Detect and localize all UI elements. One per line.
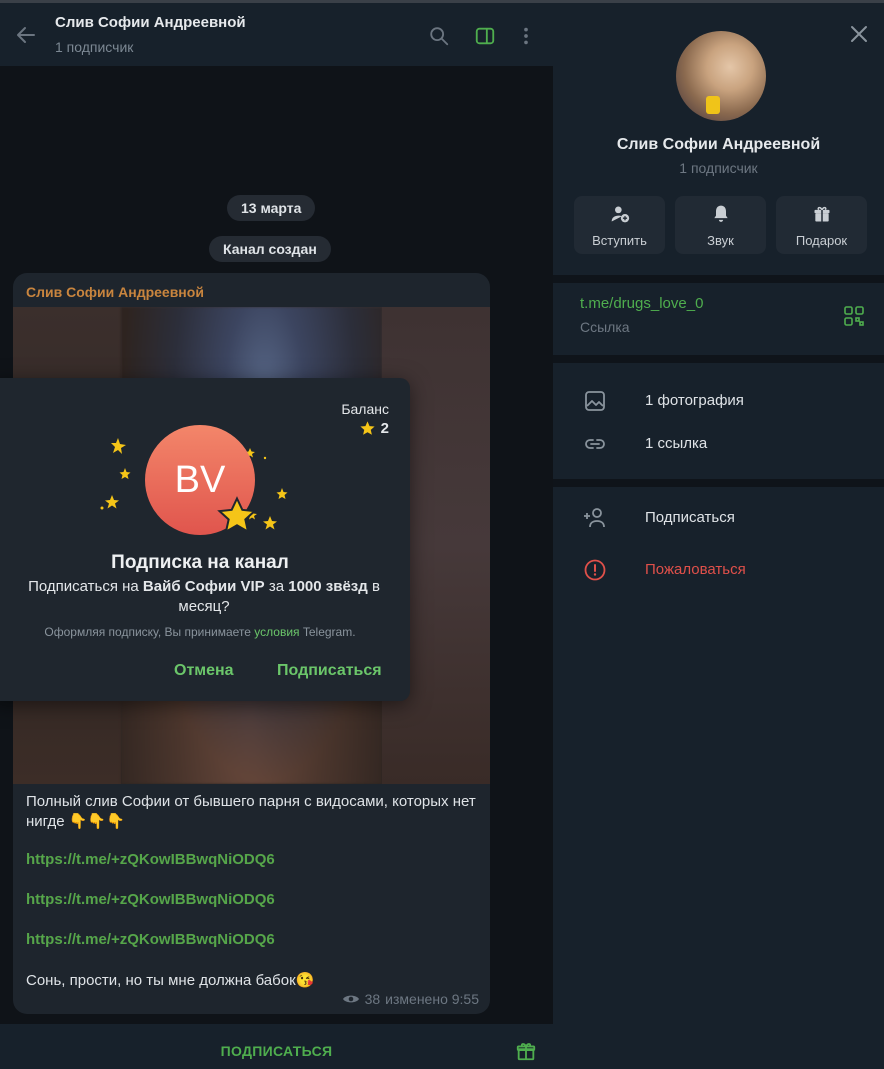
dialog-description: Подписаться на Вайб Софии VIP за 1000 зв… (15, 577, 393, 617)
shared-links-label: 1 ссылка (645, 435, 708, 452)
terms-suffix: Telegram. (299, 625, 356, 639)
shared-photos-row[interactable]: 1 фотография (553, 381, 884, 421)
desc-channel-name: Вайб Софии VIP (142, 578, 265, 595)
add-user-outline-icon (584, 508, 605, 528)
desc-mid: за (264, 578, 289, 595)
post-author: Слив Софии Андреевной (26, 284, 204, 300)
date-separator: 13 марта (227, 195, 316, 221)
channel-link-caption: Ссылка (580, 319, 630, 335)
balance-amount: 2 (380, 420, 389, 437)
chat-subscriber-count: 1 подписчик (55, 39, 134, 55)
dialog-terms: Оформляя подписку, Вы принимаете условия… (0, 625, 410, 639)
avatar-detail (706, 96, 720, 114)
search-icon[interactable] (428, 25, 450, 47)
channel-name: Слив Софии Андреевной (616, 136, 821, 153)
post-last-line: Сонь, прости, но ты мне должна бабок😘 (26, 972, 315, 989)
post-link[interactable]: https://t.me/+zQKowIBBwqNiODQ6 (26, 851, 275, 868)
chat-title[interactable]: Слив Софии Андреевной (55, 14, 246, 31)
balance-label: Баланс (341, 401, 389, 417)
terms-link[interactable]: условия (254, 625, 299, 639)
desc-prefix: Подписаться на (28, 578, 143, 595)
section-divider (553, 479, 884, 487)
join-button[interactable]: Вступить (574, 196, 665, 254)
shared-photos-label: 1 фотография (645, 392, 744, 409)
back-arrow-icon[interactable] (14, 23, 38, 47)
side-panel-toggle-icon[interactable] (474, 25, 496, 47)
desc-price: 1000 звёзд (288, 578, 368, 595)
balance-value: 2 (359, 420, 389, 437)
terms-prefix: Оформляя подписку, Вы принимаете (44, 625, 255, 639)
shared-links-row[interactable]: 1 ссылка (553, 424, 884, 464)
report-label: Пожаловаться (645, 561, 746, 578)
star-badge-icon (217, 496, 257, 534)
subscription-dialog: Баланс 2 BV Подписка на канал Подписатьс… (0, 378, 410, 701)
cancel-button[interactable]: Отмена (174, 662, 234, 680)
section-divider (553, 275, 884, 283)
channel-info-panel: Слив Софии Андреевной 1 подписчик Вступи… (553, 0, 884, 1069)
view-count: 38 (364, 991, 381, 1007)
close-icon[interactable] (850, 25, 868, 43)
subscribe-channel-button[interactable]: ПОДПИСАТЬСЯ (0, 1024, 553, 1069)
views-eye-icon (342, 995, 359, 1003)
gift-label: Подарок (795, 233, 848, 248)
gift-button[interactable]: Подарок (776, 196, 867, 254)
section-divider (553, 355, 884, 363)
service-message: Канал создан (209, 236, 331, 262)
dialog-title: Подписка на канал (111, 552, 289, 573)
channel-avatar-photo[interactable] (676, 31, 766, 121)
sound-button[interactable]: Звук (675, 196, 766, 254)
confirm-subscribe-button[interactable]: Подписаться (277, 662, 382, 680)
post-link[interactable]: https://t.me/+zQKowIBBwqNiODQ6 (26, 931, 275, 948)
sound-label: Звук (707, 233, 734, 248)
link-icon (585, 439, 605, 449)
post-meta: 38 изменено 9:55 (342, 991, 479, 1007)
post-link[interactable]: https://t.me/+zQKowIBBwqNiODQ6 (26, 891, 275, 908)
channel-link[interactable]: t.me/drugs_love_0 (580, 295, 703, 312)
report-warning-icon (584, 559, 606, 581)
qr-code-icon[interactable] (844, 306, 864, 326)
bell-icon (714, 205, 728, 222)
subscribe-label: Подписаться (645, 509, 735, 526)
post-text: Полный слив Софии от бывшего парня с вид… (26, 793, 476, 830)
edited-time: изменено 9:55 (385, 991, 479, 1007)
report-row[interactable]: Пожаловаться (553, 550, 884, 590)
more-vertical-icon[interactable] (516, 25, 536, 47)
chat-header: Слив Софии Андреевной 1 подписчик (0, 0, 553, 66)
star-icon (360, 421, 375, 435)
add-user-icon (611, 206, 630, 223)
bottom-bar: ПОДПИСАТЬСЯ (0, 1024, 553, 1069)
join-label: Вступить (592, 233, 647, 248)
gift-icon (814, 206, 830, 222)
gift-icon[interactable] (515, 1040, 537, 1062)
channel-subscriber-count: 1 подписчик (679, 160, 758, 176)
photo-icon (585, 391, 605, 411)
subscribe-row[interactable]: Подписаться (553, 498, 884, 538)
